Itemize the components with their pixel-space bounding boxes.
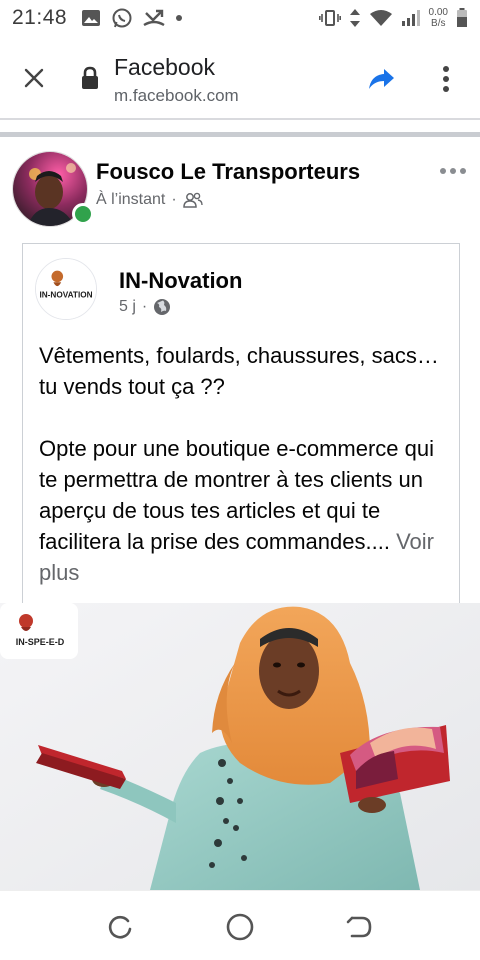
- shared-post-text: Vêtements, foulards, chaussures, sacs… t…: [39, 340, 449, 619]
- home-button[interactable]: [222, 909, 258, 945]
- status-time: 21:48: [12, 6, 68, 29]
- vibrate-icon: [318, 10, 341, 26]
- dot: [450, 168, 456, 174]
- image-logo-text: IN-SPE-E-D: [16, 637, 65, 647]
- page-title: Facebook: [114, 54, 216, 80]
- share-button[interactable]: [364, 62, 398, 96]
- close-tab-button[interactable]: [18, 62, 50, 94]
- recents-button[interactable]: [102, 909, 138, 945]
- close-icon: [24, 68, 44, 88]
- page-url[interactable]: m.facebook.com: [114, 86, 239, 106]
- shared-post[interactable]: IN-NOVATION IN-Novation 5 j · Vêtements,…: [22, 243, 460, 623]
- post-timestamp[interactable]: À l’instant: [96, 191, 165, 209]
- missed-call-icon: [143, 9, 165, 27]
- shared-post-meta: 5 j ·: [119, 298, 171, 316]
- shared-page-name[interactable]: IN-Novation: [119, 268, 242, 294]
- post-options-button[interactable]: [436, 163, 470, 179]
- post-author-name[interactable]: Fousco Le Transporteurs: [96, 159, 360, 185]
- share-arrow-icon: [369, 69, 394, 89]
- shared-post-timestamp[interactable]: 5 j: [119, 298, 136, 316]
- post-meta: À l’instant ·: [96, 191, 203, 209]
- more-vertical-icon: [443, 66, 449, 92]
- online-status-dot: [72, 203, 94, 225]
- back-icon: [346, 916, 372, 938]
- friends-icon: [182, 192, 203, 208]
- meta-separator: ·: [141, 298, 148, 315]
- back-button[interactable]: [342, 909, 378, 945]
- post-paragraph-1: Vêtements, foulards, chaussures, sacs… t…: [39, 343, 439, 399]
- recents-icon: [108, 915, 132, 939]
- net-speed-unit: B/s: [431, 18, 446, 29]
- post-paragraph-2: Opte pour une boutique e-commerce qui te…: [39, 433, 449, 588]
- android-nav-bar: [0, 890, 480, 960]
- gallery-icon: [82, 10, 101, 26]
- dot: [460, 168, 466, 174]
- dot: [440, 168, 446, 174]
- page-avatar[interactable]: IN-NOVATION: [35, 258, 97, 320]
- status-bar: 21:48 0.00 B/s: [0, 0, 480, 36]
- feed-post: Fousco Le Transporteurs À l’instant · IN…: [0, 137, 480, 890]
- post-image[interactable]: IN-SPE-E-D: [0, 603, 480, 890]
- dot-icon: [176, 15, 183, 21]
- previous-post-edge: [0, 112, 480, 126]
- browser-toolbar: Facebook m.facebook.com: [0, 36, 480, 120]
- data-arrows-icon: [349, 9, 360, 27]
- browser-menu-button[interactable]: [430, 62, 462, 96]
- home-icon: [226, 913, 254, 941]
- author-avatar-wrap[interactable]: [12, 151, 94, 227]
- lock-icon: [82, 66, 98, 89]
- net-speed: 0.00 B/s: [429, 7, 448, 29]
- globe-icon: [154, 299, 171, 315]
- signal-icon: [401, 10, 420, 26]
- wifi-icon: [369, 10, 392, 26]
- meta-separator: ·: [171, 191, 177, 208]
- battery-icon: [457, 8, 467, 27]
- page-logo-text: IN-NOVATION: [39, 291, 92, 300]
- net-speed-value: 0.00: [428, 7, 448, 18]
- whatsapp-icon: [112, 8, 132, 28]
- post-paragraph-2-text: Opte pour une boutique e-commerce qui te…: [39, 436, 435, 554]
